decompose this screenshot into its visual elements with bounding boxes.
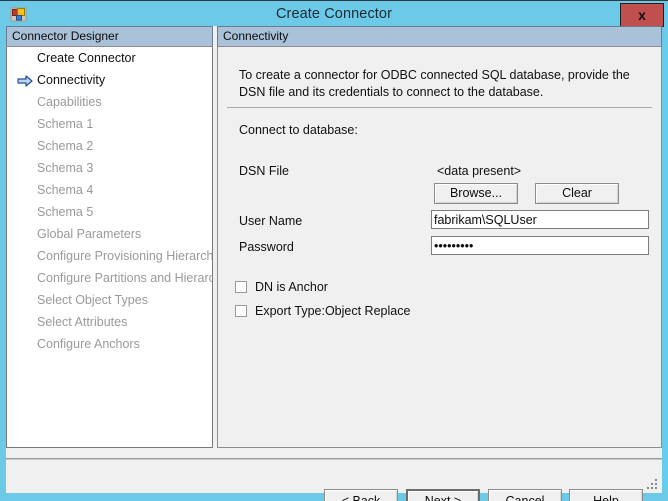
nav-item-label: Configure Anchors	[37, 337, 140, 351]
password-label: Password	[239, 240, 294, 254]
nav-item-configure-partitions-and-hierarchies: Configure Partitions and Hierarchies	[7, 267, 212, 289]
nav-item-select-attributes: Select Attributes	[7, 311, 212, 333]
checkbox-box[interactable]	[235, 281, 247, 293]
connector-designer-header: Connector Designer	[6, 26, 213, 46]
help-button[interactable]: Help	[569, 489, 643, 501]
connect-to-database-label: Connect to database:	[239, 123, 358, 137]
nav-item-label: Schema 1	[37, 117, 94, 131]
nav-item-label: Global Parameters	[37, 227, 142, 241]
dialog-client-area: Connector Designer Connectivity Create C…	[6, 26, 662, 501]
nav-item-label: Schema 2	[37, 139, 94, 153]
nav-item-label: Select Attributes	[37, 315, 128, 329]
nav-item-schema-5: Schema 5	[7, 201, 212, 223]
nav-item-label: Select Object Types	[37, 293, 148, 307]
browse-button[interactable]: Browse...	[434, 183, 518, 204]
clear-button[interactable]: Clear	[535, 183, 619, 204]
dsn-file-label: DSN File	[239, 164, 290, 178]
nav-item-label: Schema 5	[37, 205, 94, 219]
window-title: Create Connector	[275, 6, 393, 22]
password-input[interactable]	[431, 236, 649, 255]
nav-item-label: Configure Partitions and Hierarchies	[37, 271, 212, 285]
cancel-button[interactable]: Cancel	[488, 489, 562, 501]
create-connector-window: Create Connector x Connector Designer Co…	[0, 0, 668, 501]
dn-is-anchor-label: DN is Anchor	[255, 280, 328, 294]
resize-grip[interactable]	[645, 477, 659, 491]
next-button[interactable]: Next >	[406, 489, 480, 501]
nav-item-global-parameters: Global Parameters	[7, 223, 212, 245]
nav-item-configure-provisioning-hierarchy: Configure Provisioning Hierarchy	[7, 245, 212, 267]
back-button[interactable]: < Back	[324, 489, 398, 501]
nav-item-schema-3: Schema 3	[7, 157, 212, 179]
nav-item-label: Schema 3	[37, 161, 94, 175]
export-type-object-replace-label: Export Type:Object Replace	[255, 304, 411, 318]
user-name-input[interactable]	[431, 210, 649, 229]
intro-text: To create a connector for ODBC connected…	[239, 68, 630, 99]
close-button[interactable]: x	[620, 3, 664, 27]
nav-item-label: Configure Provisioning Hierarchy	[37, 249, 213, 263]
nav-item-label: Schema 4	[37, 183, 94, 197]
nav-item-schema-1: Schema 1	[7, 113, 212, 135]
wizard-step-list[interactable]: Create Connector Connectivity Capabilities…	[6, 46, 213, 448]
nav-item-label: Capabilities	[37, 95, 102, 109]
dsn-file-value: <data present>	[437, 164, 522, 178]
user-name-label: User Name	[239, 214, 303, 228]
nav-item-select-object-types: Select Object Types	[7, 289, 212, 311]
nav-item-configure-anchors: Configure Anchors	[7, 333, 212, 355]
connectivity-header: Connectivity	[217, 26, 662, 46]
section-divider	[227, 107, 652, 108]
title-bar: Create Connector x	[0, 0, 668, 27]
nav-item-label: Connectivity	[37, 73, 106, 87]
checkbox-box[interactable]	[235, 305, 247, 317]
nav-item-capabilities: Capabilities	[7, 91, 212, 113]
connectivity-panel: To create a connector for ODBC connected…	[217, 46, 662, 448]
footer-bar: < Back Next > Cancel Help	[6, 460, 662, 501]
nav-item-schema-2: Schema 2	[7, 135, 212, 157]
nav-item-label: Create Connector	[37, 51, 136, 65]
current-step-arrow-icon	[17, 73, 33, 87]
nav-item-schema-4: Schema 4	[7, 179, 212, 201]
nav-item-connectivity[interactable]: Connectivity	[7, 69, 212, 91]
nav-item-create-connector[interactable]: Create Connector	[7, 47, 212, 69]
